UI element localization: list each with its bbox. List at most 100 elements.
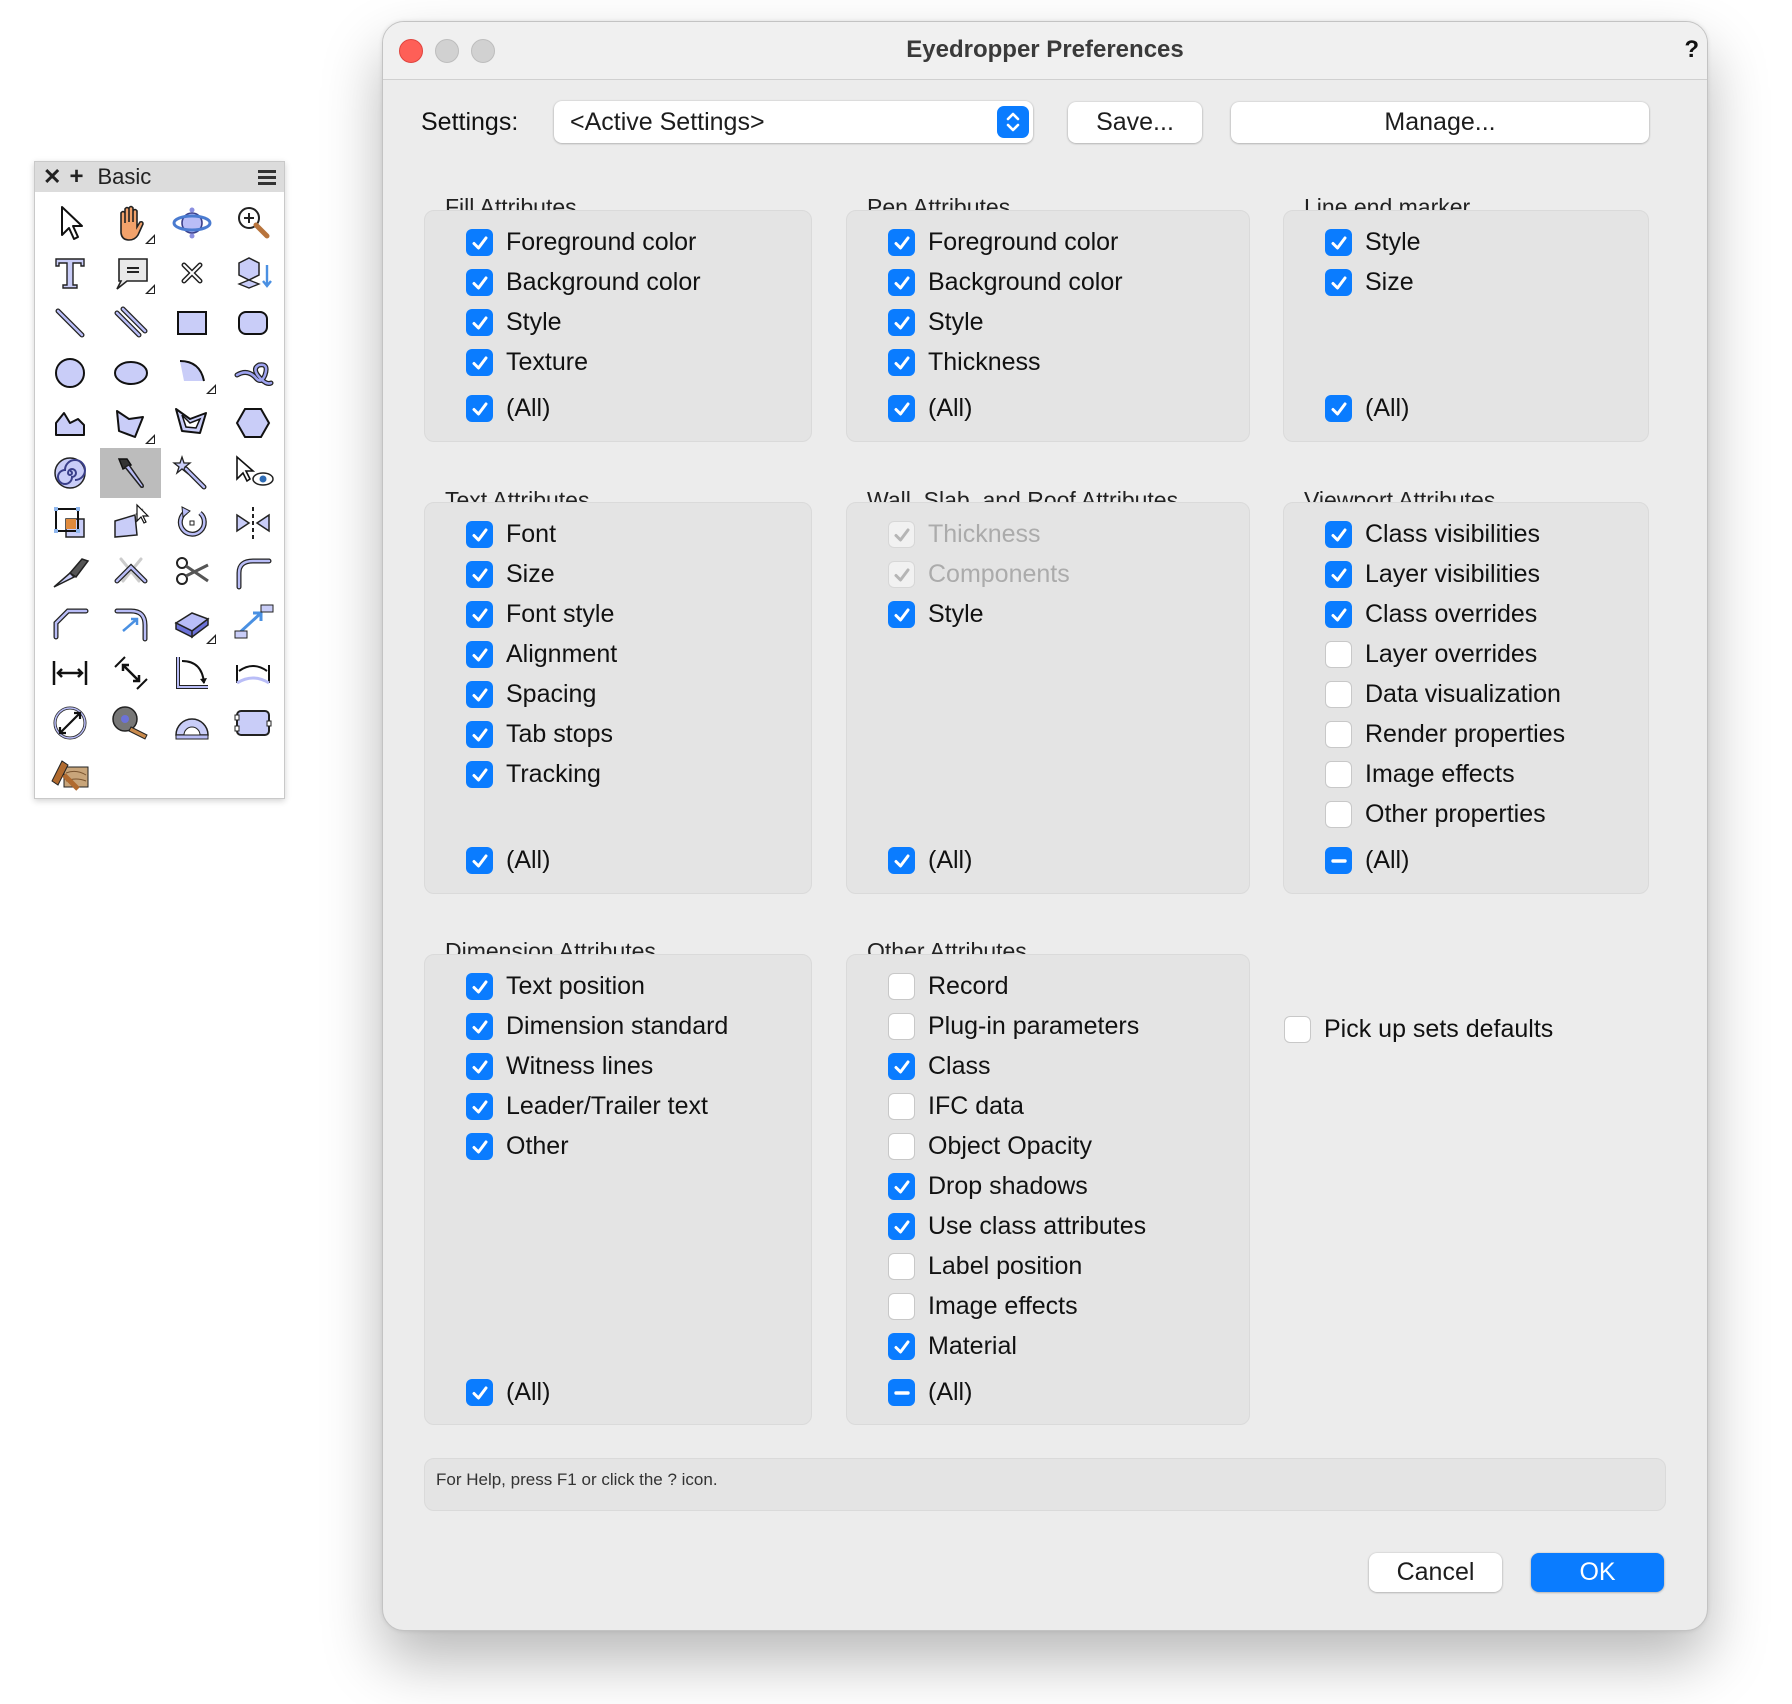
checkmark-icon[interactable] — [888, 309, 915, 336]
offset-path-tool[interactable] — [100, 598, 161, 648]
checkmark-icon[interactable] — [1325, 601, 1352, 628]
flyover-tool[interactable] — [161, 198, 222, 248]
checkmark-icon[interactable] — [466, 641, 493, 668]
checkmark-icon[interactable] — [466, 395, 493, 422]
checkbox-dimension-leader-trailer-text[interactable]: Leader/Trailer text — [466, 1092, 708, 1121]
checkbox-fill-foreground-color[interactable]: Foreground color — [466, 228, 696, 257]
checkbox-fill-background-color[interactable]: Background color — [466, 268, 701, 297]
checkbox-unchecked-icon[interactable] — [1325, 761, 1352, 788]
rectangle-tool[interactable] — [161, 298, 222, 348]
polyline-tool[interactable] — [39, 398, 100, 448]
offset-tool[interactable] — [39, 498, 100, 548]
checkbox-text-all[interactable]: (All) — [466, 846, 550, 875]
checkbox-dimension-all[interactable]: (All) — [466, 1378, 550, 1407]
double-polygon-tool[interactable] — [161, 398, 222, 448]
checkmark-icon[interactable] — [888, 1173, 915, 1200]
checkbox-dimension-dimension-standard[interactable]: Dimension standard — [466, 1012, 728, 1041]
checkbox-wall-all[interactable]: (All) — [888, 846, 972, 875]
checkmark-icon[interactable] — [466, 1013, 493, 1040]
checkbox-other-drop-shadows[interactable]: Drop shadows — [888, 1172, 1088, 1201]
reshape-tool[interactable] — [100, 498, 161, 548]
dimension-tool[interactable] — [39, 648, 100, 698]
circle-tool[interactable] — [39, 348, 100, 398]
checkbox-text-font[interactable]: Font — [466, 520, 556, 549]
plus-icon[interactable]: + — [69, 163, 83, 191]
rounded-rectangle-tool[interactable] — [222, 298, 283, 348]
checkbox-line_end-size[interactable]: Size — [1325, 268, 1414, 297]
checkmark-icon[interactable] — [888, 1333, 915, 1360]
freehand-tool[interactable] — [222, 348, 283, 398]
checkbox-unchecked-icon[interactable] — [888, 1013, 915, 1040]
checkmark-icon[interactable] — [466, 847, 493, 874]
checkmark-icon[interactable] — [1325, 269, 1352, 296]
visibility-tool[interactable] — [222, 448, 283, 498]
checkbox-text-tab-stops[interactable]: Tab stops — [466, 720, 613, 749]
checkmark-icon[interactable] — [466, 601, 493, 628]
zoom-tool[interactable] — [222, 198, 283, 248]
checkmark-icon[interactable] — [466, 309, 493, 336]
checkmark-icon[interactable] — [888, 847, 915, 874]
checkmark-icon[interactable] — [1325, 521, 1352, 548]
settings-popup[interactable]: <Active Settings> — [554, 101, 1033, 143]
close-icon[interactable]: ✕ — [43, 164, 61, 190]
chamfer-tool[interactable] — [39, 598, 100, 648]
checkmark-icon[interactable] — [888, 561, 915, 588]
checkbox-fill-texture[interactable]: Texture — [466, 348, 588, 377]
checkbox-other-image-effects[interactable]: Image effects — [888, 1292, 1078, 1321]
checkbox-other-label-position[interactable]: Label position — [888, 1252, 1082, 1281]
checkbox-wall-thickness[interactable]: Thickness — [888, 520, 1041, 549]
checkbox-unchecked-icon[interactable] — [888, 1293, 915, 1320]
checkbox-other-record[interactable]: Record — [888, 972, 1009, 1001]
checkbox-viewport-layer-overrides[interactable]: Layer overrides — [1325, 640, 1537, 669]
checkmark-icon[interactable] — [1325, 229, 1352, 256]
checkbox-unchecked-icon[interactable] — [1325, 801, 1352, 828]
locus-tool[interactable] — [161, 248, 222, 298]
split-tool[interactable] — [39, 548, 100, 598]
checkmark-icon[interactable] — [888, 349, 915, 376]
connect-combine-tool[interactable] — [100, 548, 161, 598]
checkbox-text-size[interactable]: Size — [466, 560, 555, 589]
move-by-points-tool[interactable] — [222, 598, 283, 648]
checkbox-other-use-class-attributes[interactable]: Use class attributes — [888, 1212, 1146, 1241]
clip-tool[interactable] — [161, 598, 222, 648]
checkmark-icon[interactable] — [466, 269, 493, 296]
pan-tool[interactable] — [100, 198, 161, 248]
protractor-tool[interactable] — [161, 698, 222, 748]
checkbox-other-material[interactable]: Material — [888, 1332, 1017, 1361]
checkbox-text-font-style[interactable]: Font style — [466, 600, 614, 629]
checkbox-pen-style[interactable]: Style — [888, 308, 984, 337]
checkbox-unchecked-icon[interactable] — [1325, 641, 1352, 668]
checkbox-other-class[interactable]: Class — [888, 1052, 991, 1081]
rotate-tool[interactable] — [161, 498, 222, 548]
checkmark-icon[interactable] — [466, 561, 493, 588]
spiral-tool[interactable] — [39, 448, 100, 498]
angular-dimension-tool[interactable] — [161, 648, 222, 698]
checkmark-icon[interactable] — [466, 1379, 493, 1406]
checkmark-icon[interactable] — [466, 1093, 493, 1120]
checkmark-icon[interactable] — [466, 1053, 493, 1080]
radial-dimension-tool[interactable] — [39, 698, 100, 748]
symbol-insertion-tool[interactable] — [222, 698, 283, 748]
checkbox-other-all[interactable]: (All) — [888, 1378, 972, 1407]
checkbox-viewport-class-visibilities[interactable]: Class visibilities — [1325, 520, 1540, 549]
checkbox-unchecked-icon[interactable] — [888, 1133, 915, 1160]
arc-tool[interactable] — [161, 348, 222, 398]
checkmark-icon[interactable] — [466, 1133, 493, 1160]
checkmark-icon[interactable] — [888, 229, 915, 256]
mixed-dash-icon[interactable] — [888, 1379, 915, 1406]
manage-button[interactable]: Manage... — [1231, 102, 1649, 143]
checkbox-fill-all[interactable]: (All) — [466, 394, 550, 423]
checkmark-icon[interactable] — [888, 1053, 915, 1080]
regular-polygon-tool[interactable] — [222, 398, 283, 448]
checkbox-line_end-style[interactable]: Style — [1325, 228, 1421, 257]
checkbox-unchecked-icon[interactable] — [888, 1253, 915, 1280]
checkmark-icon[interactable] — [888, 1213, 915, 1240]
checkbox-pen-foreground-color[interactable]: Foreground color — [888, 228, 1118, 257]
checkbox-unchecked-icon[interactable] — [1284, 1016, 1311, 1043]
callout-tool[interactable] — [100, 248, 161, 298]
checkbox-text-spacing[interactable]: Spacing — [466, 680, 596, 709]
ok-button[interactable]: OK — [1531, 1553, 1664, 1592]
checkbox-pen-background-color[interactable]: Background color — [888, 268, 1123, 297]
checkbox-unchecked-icon[interactable] — [888, 1093, 915, 1120]
checkbox-wall-components[interactable]: Components — [888, 560, 1070, 589]
